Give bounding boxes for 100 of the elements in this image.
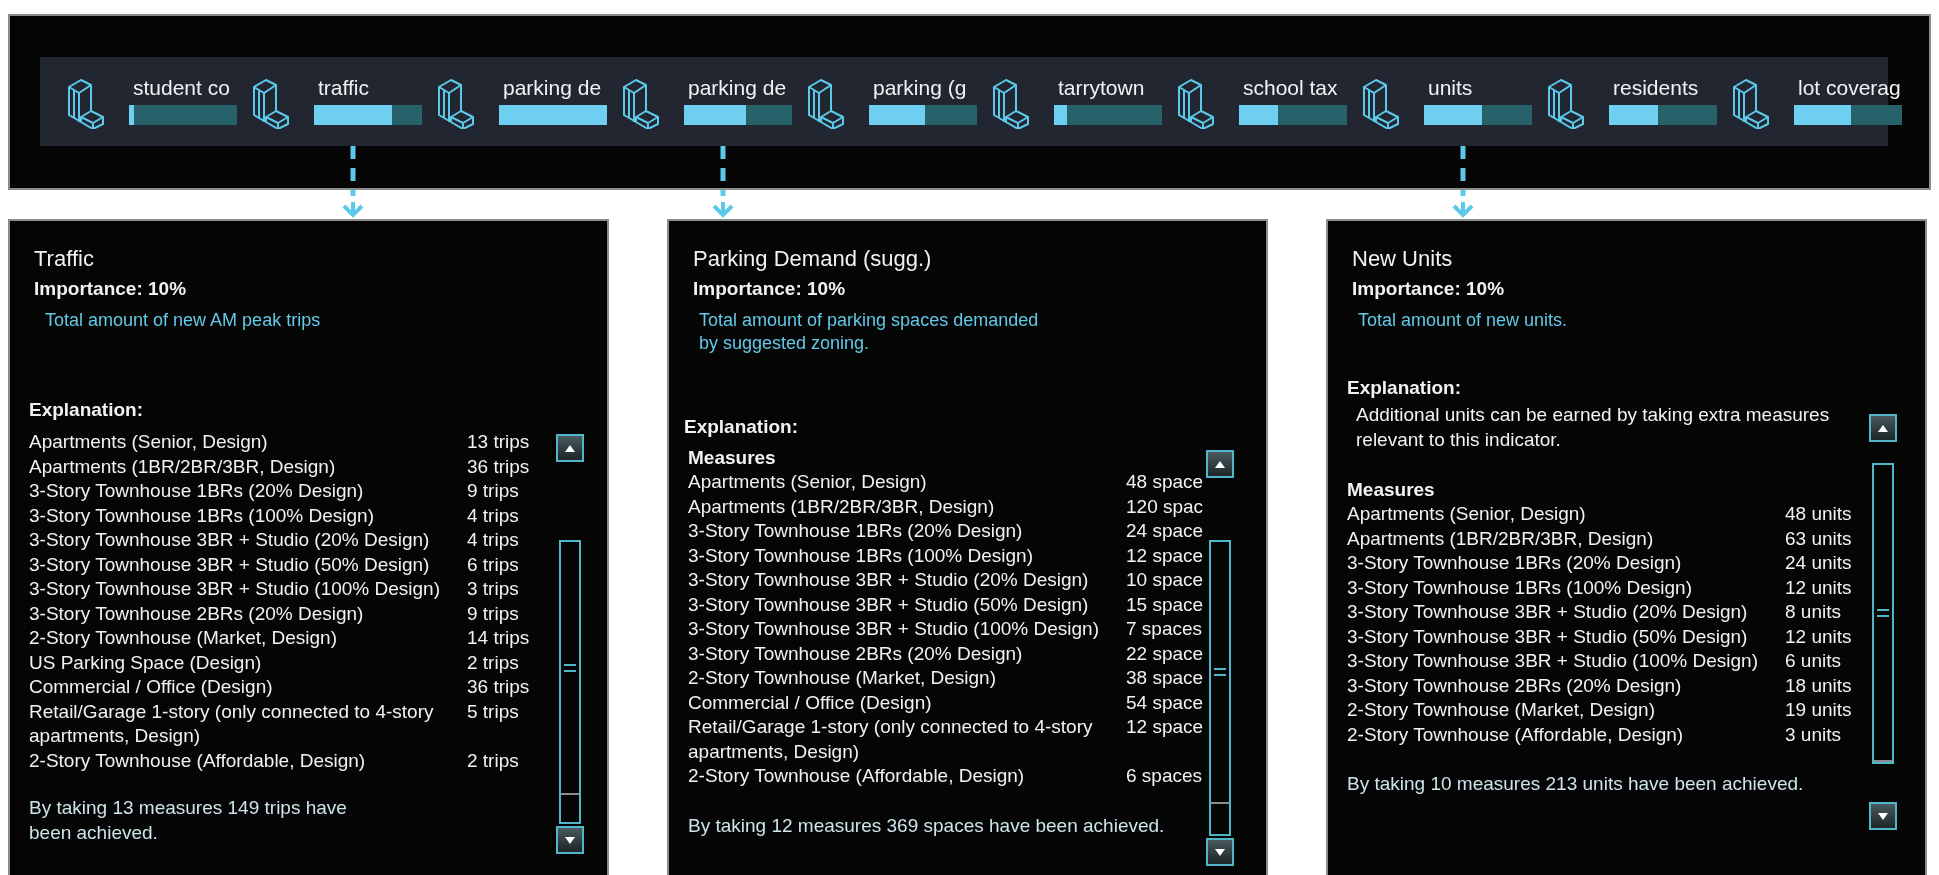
measure-name: 2-Story Townhouse (Market, Design) (1347, 698, 1656, 722)
scroll-down-button[interactable] (556, 826, 584, 854)
measure-value: 12 units (1785, 575, 1852, 600)
measure-value: 9 trips (467, 601, 519, 626)
measure-value: 36 trips (467, 454, 530, 479)
summary-text: By taking 10 measures 213 units have been achieved. (1346, 772, 1805, 796)
explanation-heading: Explanation: (683, 415, 798, 439)
indicator-label: parking de (503, 74, 602, 101)
measure-name: 3-Story Townhouse 2BRs (20% Design) (688, 641, 1024, 666)
measures-heading: Measures (1347, 478, 1435, 502)
measure-name: 2-Story Townhouse (Affordable, Design) (1347, 722, 1685, 747)
scroll-up-button[interactable] (1206, 450, 1234, 478)
indicator-description: Total amount of new AM peak trips (44, 309, 322, 332)
importance-label: Importance: 10% (693, 277, 846, 301)
indicator-description: Total amount of new units. (1357, 309, 1569, 332)
importance-label: Importance: 10% (34, 277, 187, 301)
measure-value: 2 trips (467, 650, 519, 675)
measure-value: 3 units (1785, 722, 1841, 747)
indicator-label: residents (1613, 74, 1699, 101)
measure-value: 6 units (1785, 649, 1841, 673)
measure-value: 19 units (1785, 698, 1852, 722)
measure-name: 2-Story Townhouse (Affordable, Design) (29, 748, 367, 773)
measure-name: 3-Story Townhouse 2BRs (20% Design) (29, 601, 365, 626)
measure-value: 24 space (1126, 519, 1204, 543)
measure-value: 18 units (1785, 673, 1852, 698)
indicator-label: tarrytown (1058, 74, 1145, 101)
measure-value: 5 trips (467, 699, 519, 724)
measure-value: 120 spac (1126, 494, 1204, 519)
summary-text: By taking 13 measures 149 trips have been achieved. (28, 796, 348, 845)
grip-icon (1214, 668, 1226, 676)
measure-value: 10 space (1126, 568, 1204, 592)
scroll-up-button[interactable] (556, 434, 584, 462)
measure-name: 2-Story Townhouse (Affordable, Design) (688, 764, 1026, 788)
measure-name: Apartments (1BR/2BR/3BR, Design) (1347, 526, 1655, 551)
measure-name: 3-Story Townhouse 3BR + Studio (20% Design) (29, 528, 431, 552)
measure-value: 8 units (1785, 600, 1841, 624)
panel-title: Parking Demand (sugg.) (693, 245, 932, 273)
measure-name: Apartments (Senior, Design) (1347, 502, 1587, 526)
measure-name: 3-Story Townhouse 1BRs (100% Design) (1347, 575, 1693, 600)
measure-value: 3 trips (467, 577, 519, 601)
measure-name: 3-Story Townhouse 3BR + Studio (50% Design) (29, 552, 431, 577)
measure-name: 3-Story Townhouse 3BR + Studio (20% Design) (1347, 600, 1749, 624)
measure-value: 48 units (1785, 502, 1852, 526)
up-triangle-icon (1215, 460, 1225, 468)
measure-name: 3-Story Townhouse 3BR + Studio (100% Design) (29, 577, 441, 601)
grip-icon (1877, 608, 1889, 617)
measure-name: 3-Story Townhouse 3BR + Studio (50% Design) (688, 592, 1090, 617)
measure-name: 2-Story Townhouse (Market, Design) (29, 626, 338, 650)
indicator-label: units (1428, 74, 1473, 101)
measure-name: Apartments (1BR/2BR/3BR, Design) (688, 494, 996, 519)
measure-value: 6 spaces (1126, 764, 1203, 788)
connector-arrow (1452, 146, 1474, 218)
panel-title: New Units (1352, 245, 1453, 273)
indicator-label: parking (g (873, 74, 967, 101)
measure-value: 13 trips (467, 430, 530, 454)
measure-name: 2-Story Townhouse (Market, Design) (688, 666, 997, 690)
down-triangle-icon (1878, 812, 1888, 820)
measure-name: Commercial / Office (Design) (29, 675, 274, 699)
measure-name: Retail/Garage 1-story (only connected to 4-story apartments, Design) (29, 699, 435, 748)
grip-icon (564, 663, 576, 672)
scroll-down-button[interactable] (1206, 838, 1234, 866)
measure-name: Apartments (Senior, Design) (29, 430, 269, 454)
measure-name: Apartments (1BR/2BR/3BR, Design) (29, 454, 337, 479)
summary-text: By taking 12 measures 369 spaces have been achieved. (687, 813, 1166, 838)
scroll-up-button[interactable] (1869, 414, 1897, 442)
measure-name: 3-Story Townhouse 3BR + Studio (20% Design) (688, 568, 1090, 592)
measure-value: 24 units (1785, 551, 1852, 575)
explanation-heading: Explanation: (28, 398, 143, 422)
measure-value: 12 space (1126, 715, 1204, 739)
measure-value: 7 spaces (1126, 617, 1203, 641)
measure-value: 38 space (1126, 666, 1204, 690)
measure-value: 14 trips (467, 626, 530, 650)
measure-name: 3-Story Townhouse 3BR + Studio (100% Design) (688, 617, 1100, 641)
indicator-label: lot coverag (1798, 74, 1901, 101)
down-triangle-icon (565, 836, 575, 844)
measure-name: 3-Story Townhouse 3BR + Studio (100% Design) (1347, 649, 1759, 673)
measure-value: 36 trips (467, 675, 530, 699)
indicator-label: parking de (688, 74, 787, 101)
measure-value: 9 trips (467, 479, 519, 503)
measure-name: Retail/Garage 1-story (only connected to 4-story apartments, Design) (688, 715, 1094, 764)
measure-name: US Parking Space (Design) (29, 650, 263, 675)
measure-name: 3-Story Townhouse 1BRs (20% Design) (688, 519, 1024, 543)
measures-heading: Measures (688, 446, 776, 470)
measure-value: 48 space (1126, 470, 1204, 494)
measure-value: 12 units (1785, 624, 1852, 649)
importance-label: Importance: 10% (1352, 277, 1505, 301)
explanation-heading: Explanation: (1346, 376, 1461, 400)
measure-name: 3-Story Townhouse 1BRs (20% Design) (29, 479, 365, 503)
down-triangle-icon (1215, 848, 1225, 856)
panel-title: Traffic (34, 245, 94, 273)
measure-name: 3-Story Townhouse 1BRs (100% Design) (688, 543, 1034, 568)
scrollbar-track[interactable] (559, 540, 581, 824)
scroll-down-button[interactable] (1869, 802, 1897, 830)
scrollbar-track[interactable] (1209, 540, 1231, 836)
indicator-description: Total amount of parking spaces demanded by suggested zoning. (698, 309, 1040, 355)
measure-value: 12 space (1126, 543, 1204, 568)
up-triangle-icon (1878, 424, 1888, 432)
measure-value: 2 trips (467, 748, 519, 773)
indicator-label: school tax (1243, 74, 1338, 101)
measure-name: Apartments (Senior, Design) (688, 470, 928, 494)
